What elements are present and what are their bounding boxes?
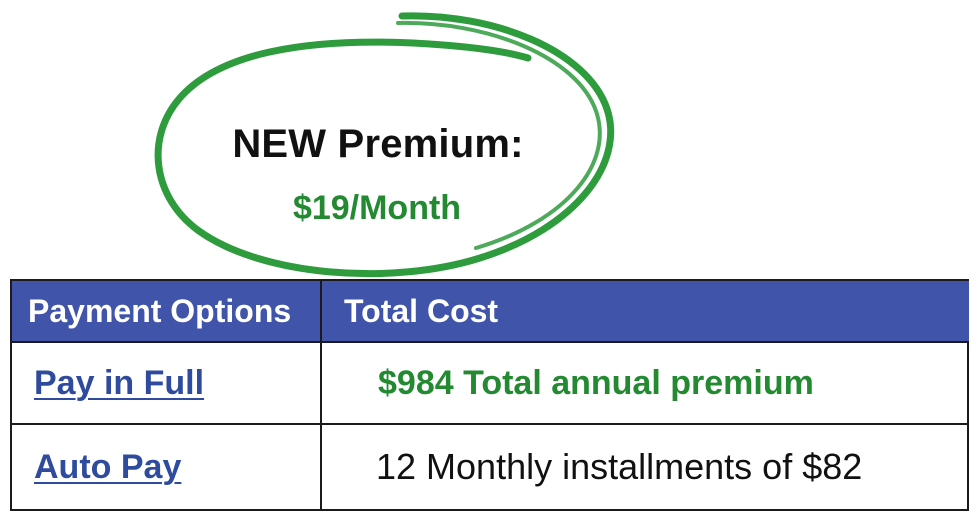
new-premium-callout: NEW Premium: $19/Month	[145, 8, 625, 278]
total-cost-column-header: Total Cost	[322, 281, 969, 343]
payment-options-table: Payment Options Total Cost Pay in Full $…	[10, 279, 969, 511]
premium-payment-screenshot: NEW Premium: $19/Month Payment Options T…	[0, 0, 980, 524]
pay-in-full-option-cell: Pay in Full	[12, 343, 322, 425]
pay-in-full-link[interactable]: Pay in Full	[30, 364, 204, 403]
auto-pay-cost-cell: 12 Monthly installments of $82	[322, 425, 969, 509]
payment-options-column-header: Payment Options	[12, 281, 322, 343]
auto-pay-cost: 12 Monthly installments of $82	[376, 446, 863, 487]
monthly-premium-price: $19/Month	[292, 189, 462, 227]
new-premium-heading: NEW Premium:	[232, 122, 524, 166]
auto-pay-option-cell: Auto Pay	[12, 425, 322, 509]
pay-in-full-cost-cell: $984 Total annual premium	[322, 343, 969, 425]
auto-pay-link[interactable]: Auto Pay	[30, 448, 181, 487]
pay-in-full-cost: $984 Total annual premium	[378, 363, 814, 402]
